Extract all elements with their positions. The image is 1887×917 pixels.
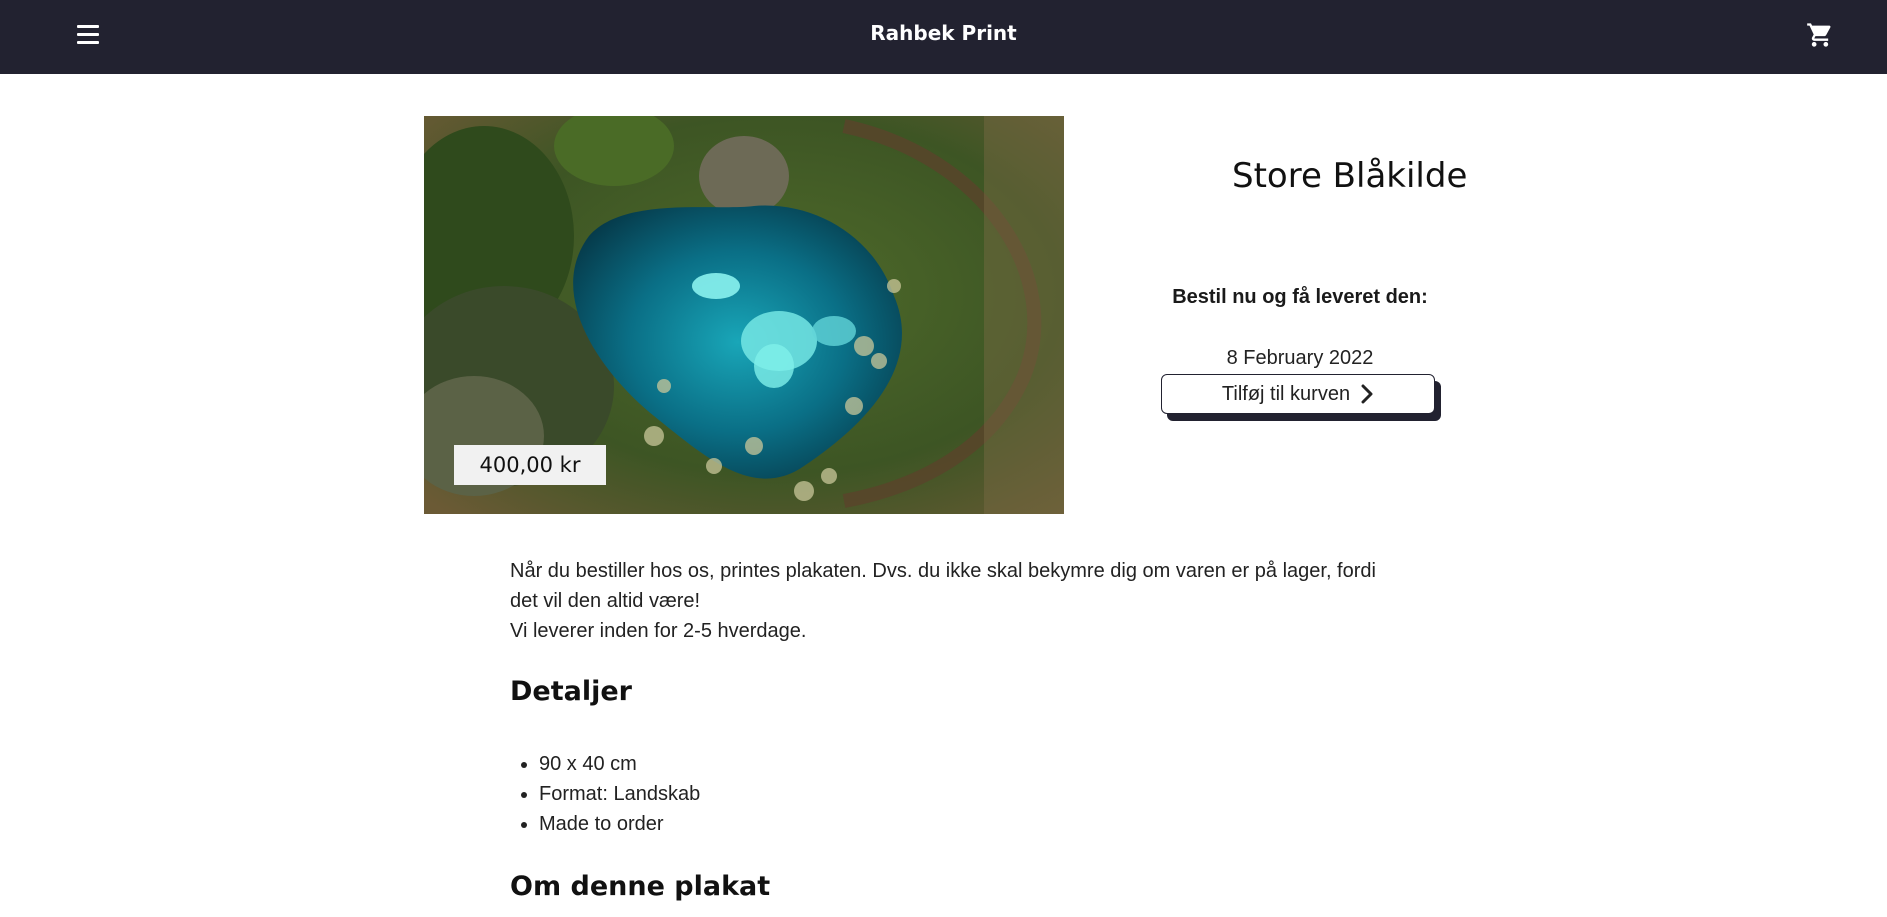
add-to-cart-wrapper: Tilføj til kurven [1161,374,1443,424]
shopping-cart-icon[interactable] [1806,21,1834,49]
product-description: Når du bestiller hos os, printes plakate… [510,556,1390,646]
add-to-cart-label: Tilføj til kurven [1221,382,1351,405]
list-item: 90 x 40 cm [539,749,700,779]
product-image: 400,00 kr [424,116,1064,514]
top-navigation-bar: Rahbek Print [0,0,1887,74]
description-line: Vi leverer inden for 2-5 hverdage. [510,620,807,642]
add-to-cart-button[interactable]: Tilføj til kurven [1161,374,1435,414]
details-list: 90 x 40 cm Format: Landskab Made to orde… [510,749,700,839]
list-item: Made to order [539,809,700,839]
delivery-date: 8 February 2022 [1226,347,1374,369]
chevron-right-icon [1361,384,1373,404]
about-heading: Om denne plakat [510,871,771,902]
description-line: Når du bestiller hos os, printes plakate… [510,560,1376,612]
details-heading: Detaljer [510,676,632,707]
list-item: Format: Landskab [539,779,700,809]
price-tag: 400,00 kr [454,445,606,485]
order-delivery-label: Bestil nu og få leveret den: [1172,286,1428,308]
brand-name[interactable]: Rahbek Print [0,21,1887,45]
product-title: Store Blåkilde [1232,156,1468,196]
